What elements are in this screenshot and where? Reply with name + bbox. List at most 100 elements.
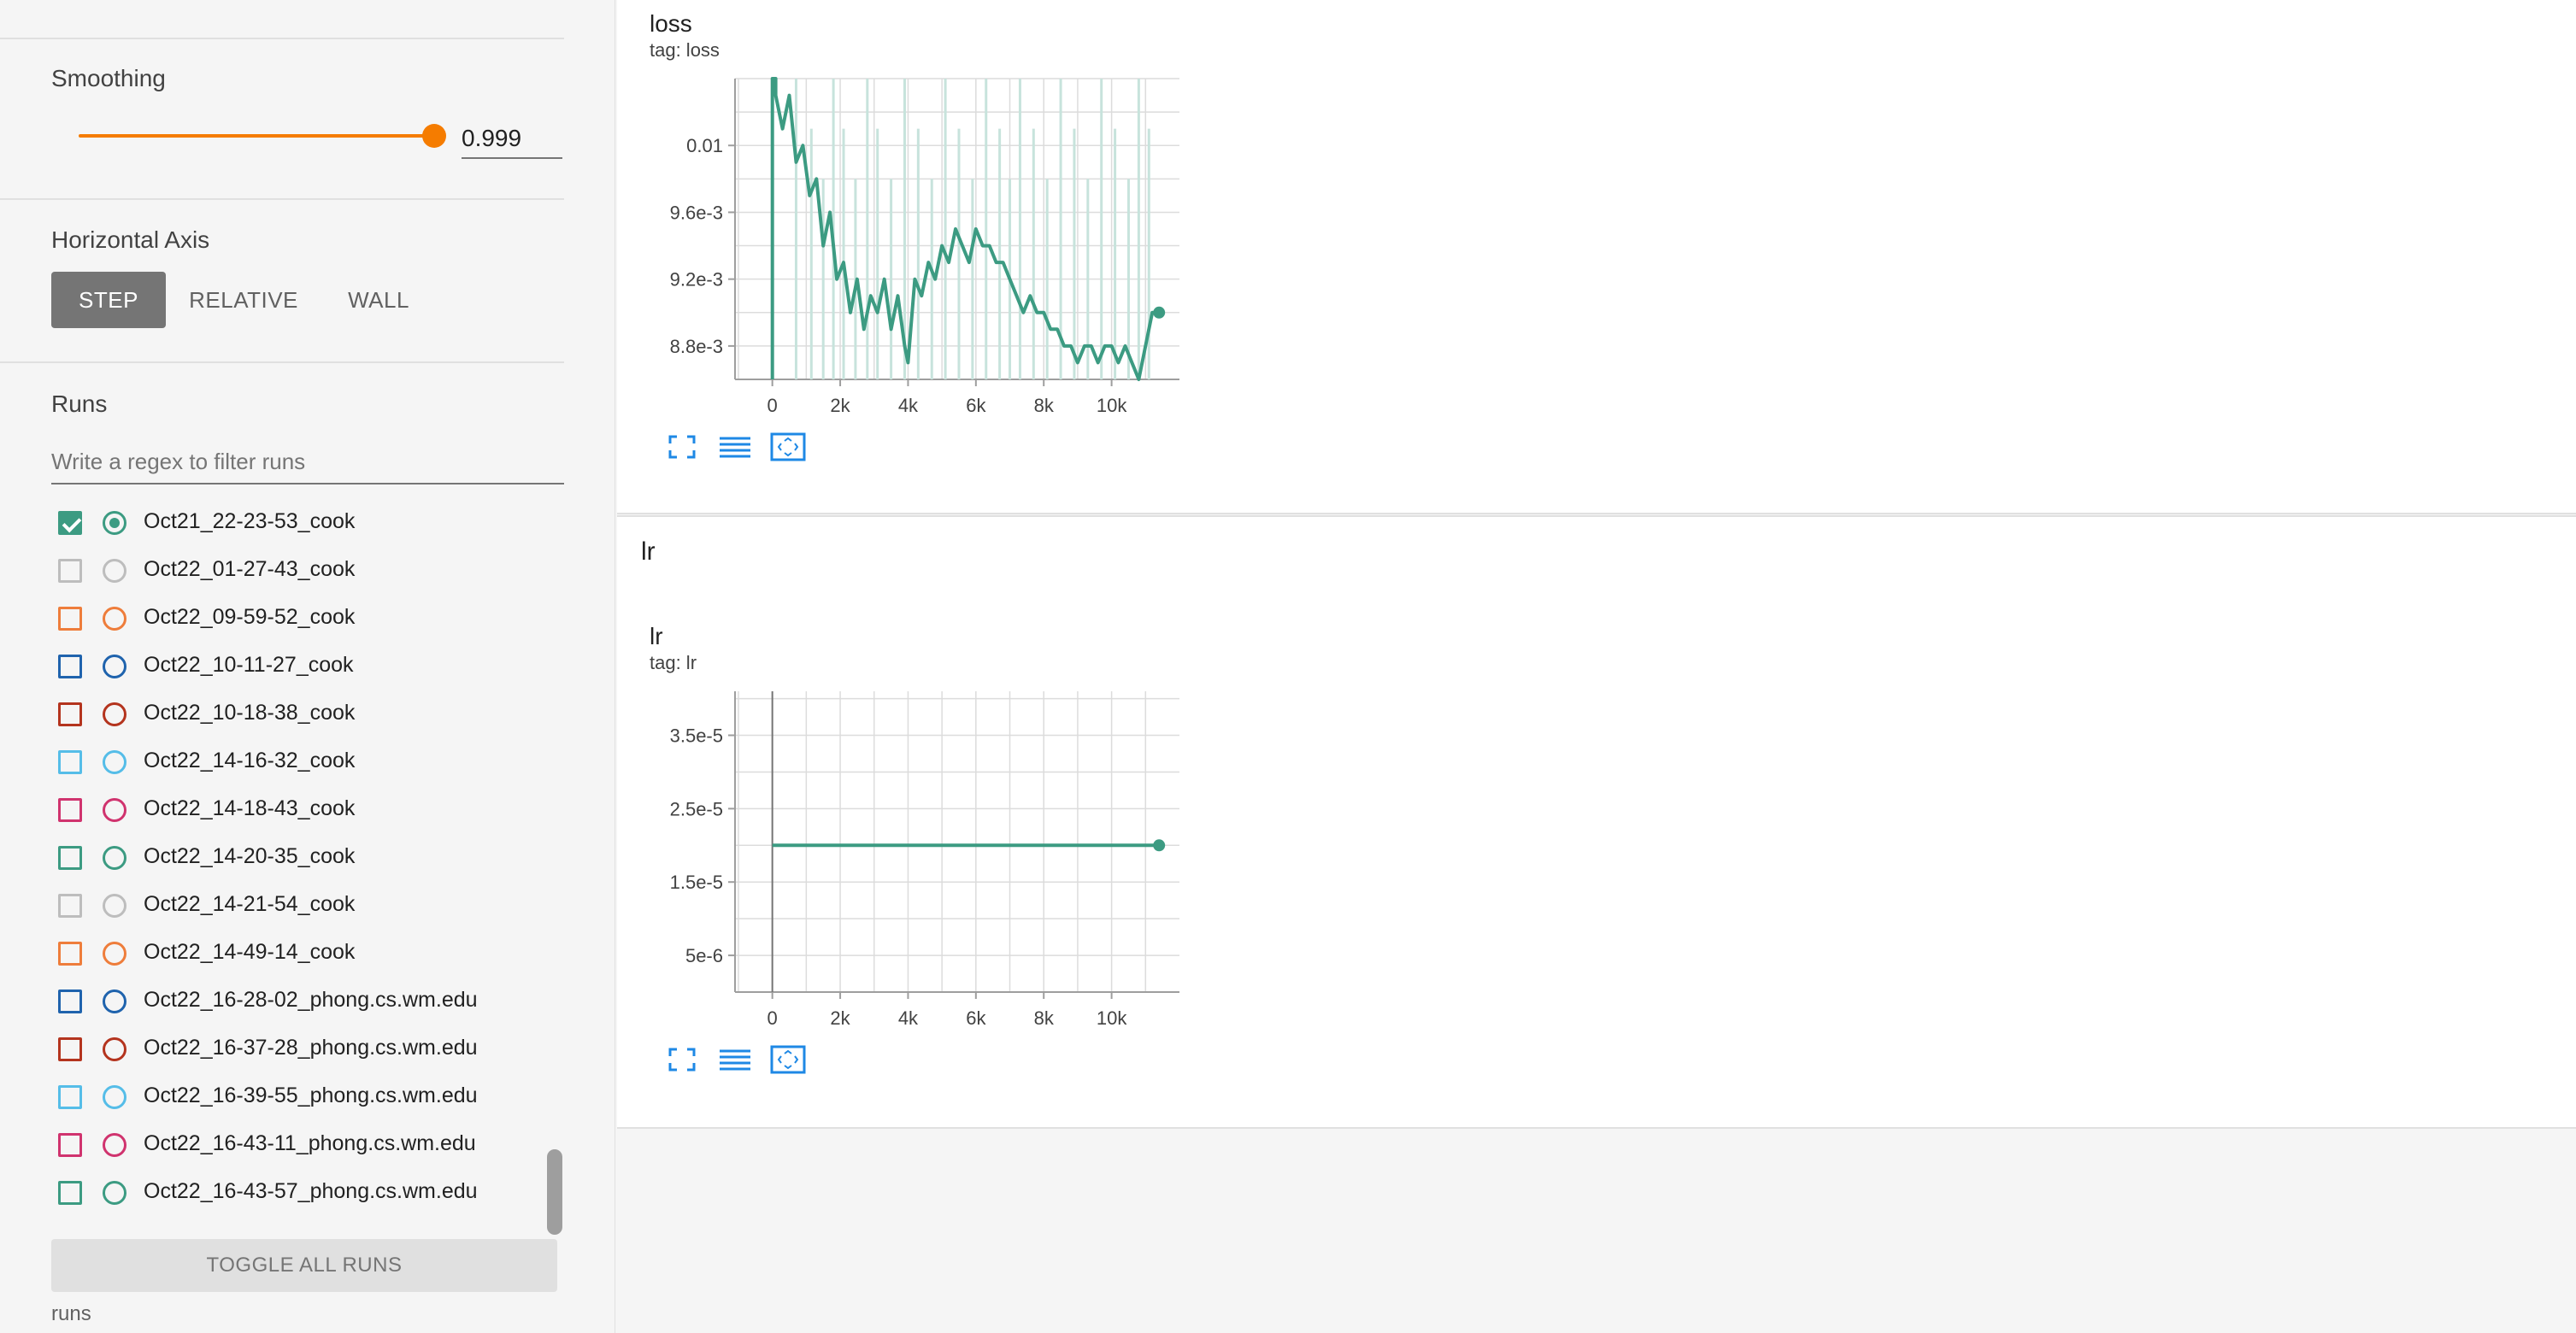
series-end-point: [1153, 306, 1166, 319]
smoothing-slider-track[interactable]: [79, 134, 434, 138]
run-row[interactable]: Oct22_16-43-57_phong.cs.wm.edu: [0, 1169, 547, 1217]
run-row[interactable]: Oct22_14-16-32_cook: [0, 738, 547, 786]
run-radio[interactable]: [103, 1085, 126, 1109]
run-row[interactable]: Oct22_16-43-11_phong.cs.wm.edu: [0, 1121, 547, 1169]
run-radio[interactable]: [103, 607, 126, 631]
run-name: Oct22_01-27-43_cook: [144, 557, 356, 581]
run-row[interactable]: Oct22_09-59-52_cook: [0, 595, 547, 643]
smoothing-title: Smoothing: [51, 65, 166, 91]
run-row[interactable]: Oct22_10-18-38_cook: [0, 690, 547, 738]
runs-scrollbar[interactable]: [547, 1149, 562, 1235]
run-row[interactable]: Oct22_14-49-14_cook: [0, 930, 547, 978]
run-checkbox[interactable]: [58, 989, 82, 1013]
run-checkbox[interactable]: [58, 798, 82, 822]
run-radio[interactable]: [103, 989, 126, 1013]
run-radio[interactable]: [103, 798, 126, 822]
fullscreen-icon[interactable]: [663, 432, 701, 462]
run-checkbox[interactable]: [58, 942, 82, 966]
runs-title: Runs: [51, 391, 108, 417]
run-name: Oct22_16-28-02_phong.cs.wm.edu: [144, 988, 478, 1012]
y-tick-label: 9.6e-3: [670, 202, 723, 223]
y-tick-label: 5e-6: [685, 945, 723, 966]
run-row[interactable]: Oct22_16-28-02_phong.cs.wm.edu: [0, 978, 547, 1025]
axis-relative-button[interactable]: RELATIVE: [183, 272, 304, 328]
y-tick-label: 1.5e-5: [670, 872, 723, 893]
x-tick-label: 8k: [1034, 1007, 1055, 1029]
run-checkbox[interactable]: [58, 607, 82, 631]
run-checkbox[interactable]: [58, 511, 82, 535]
run-checkbox[interactable]: [58, 750, 82, 774]
y-tick-label: 9.2e-3: [670, 269, 723, 291]
run-checkbox[interactable]: [58, 1181, 82, 1205]
divider: [0, 38, 564, 39]
run-row[interactable]: Oct22_10-11-27_cook: [0, 643, 547, 690]
lines-icon[interactable]: [716, 432, 754, 462]
run-radio[interactable]: [103, 1133, 126, 1157]
run-name: Oct22_14-16-32_cook: [144, 749, 356, 772]
run-checkbox[interactable]: [58, 1037, 82, 1061]
run-checkbox[interactable]: [58, 1133, 82, 1157]
run-name: Oct22_14-49-14_cook: [144, 940, 356, 964]
smoothing-value-input[interactable]: [462, 120, 562, 159]
run-filter-input[interactable]: [51, 440, 564, 484]
lr-chart[interactable]: 0 2k 4k 6k 8k 10k 5e-6 1.5e-5 2.5e-5 3.5e-5: [643, 681, 1275, 1040]
chart-card-lr: lr tag: lr 0 2k 4k 6k 8k 10k 5e-6 1.5e-5 2.5e-5 3…: [617, 589, 2576, 1129]
axis-step-button[interactable]: STEP: [51, 272, 166, 328]
run-checkbox[interactable]: [58, 1085, 82, 1109]
x-tick-label: 4k: [898, 1007, 919, 1029]
fit-domain-icon[interactable]: [769, 432, 807, 462]
fullscreen-icon[interactable]: [663, 1044, 701, 1075]
fit-domain-icon[interactable]: [769, 1044, 807, 1075]
run-checkbox[interactable]: [58, 655, 82, 678]
run-row[interactable]: Oct22_16-39-55_phong.cs.wm.edu: [0, 1073, 547, 1121]
tensorboard-app: Smoothing Horizontal Axis STEP RELATIVE …: [0, 0, 2576, 1333]
chart-tag: tag: loss: [650, 39, 720, 61]
run-row[interactable]: Oct22_14-18-43_cook: [0, 786, 547, 834]
run-radio[interactable]: [103, 655, 126, 678]
group-header-lr[interactable]: lr: [617, 515, 2576, 590]
x-tick-label: 0: [768, 1007, 778, 1029]
x-tick-label: 0: [768, 395, 778, 416]
run-row[interactable]: Oct22_14-21-54_cook: [0, 882, 547, 930]
chart-tag: tag: lr: [650, 652, 697, 673]
divider: [0, 361, 564, 363]
axis-wall-button[interactable]: WALL: [332, 272, 426, 328]
run-checkbox[interactable]: [58, 559, 82, 583]
group-title: lr: [641, 537, 656, 566]
x-tick-label: 2k: [830, 395, 850, 416]
toggle-all-runs-button[interactable]: TOGGLE ALL RUNS: [51, 1239, 557, 1292]
run-checkbox[interactable]: [58, 702, 82, 726]
chart-card-loss: loss tag: loss 0 2k 4k 6k 8k 10k 8.8e-3 9.2e-3 9…: [617, 0, 2576, 514]
run-row[interactable]: Oct22_14-20-35_cook: [0, 834, 547, 882]
x-tick-label: 8k: [1034, 395, 1055, 416]
run-row[interactable]: Oct22_01-27-43_cook: [0, 547, 547, 595]
run-checkbox[interactable]: [58, 894, 82, 918]
loss-chart[interactable]: 0 2k 4k 6k 8k 10k 8.8e-3 9.2e-3 9.6e-3 0.01: [643, 68, 1275, 427]
run-row[interactable]: Oct22_16-37-28_phong.cs.wm.edu: [0, 1025, 547, 1073]
y-tick-label: 0.01: [686, 135, 723, 156]
run-radio[interactable]: [103, 559, 126, 583]
run-radio[interactable]: [103, 702, 126, 726]
run-name: Oct22_10-18-38_cook: [144, 701, 356, 725]
run-radio[interactable]: [103, 1037, 126, 1061]
y-tick-label: 2.5e-5: [670, 798, 723, 819]
chart-title: lr: [650, 623, 663, 649]
run-radio[interactable]: [103, 1181, 126, 1205]
x-tick-label: 6k: [966, 1007, 986, 1029]
run-name: Oct21_22-23-53_cook: [144, 509, 356, 533]
runs-list: Oct21_22-23-53_cook Oct22_01-27-43_cook Oc…: [0, 487, 564, 1230]
run-radio[interactable]: [103, 942, 126, 966]
run-row[interactable]: Oct21_22-23-53_cook: [0, 499, 547, 547]
sidebar: Smoothing Horizontal Axis STEP RELATIVE …: [0, 0, 615, 1333]
lines-icon[interactable]: [716, 1044, 754, 1075]
divider: [0, 198, 564, 200]
run-radio[interactable]: [103, 750, 126, 774]
run-row-partial[interactable]: [0, 487, 547, 499]
run-checkbox[interactable]: [58, 846, 82, 870]
run-radio[interactable]: [103, 894, 126, 918]
run-radio[interactable]: [103, 846, 126, 870]
x-tick-label: 6k: [966, 395, 986, 416]
run-name: Oct22_09-59-52_cook: [144, 605, 356, 629]
smoothing-slider-thumb[interactable]: [422, 124, 446, 148]
run-radio[interactable]: [103, 511, 126, 535]
